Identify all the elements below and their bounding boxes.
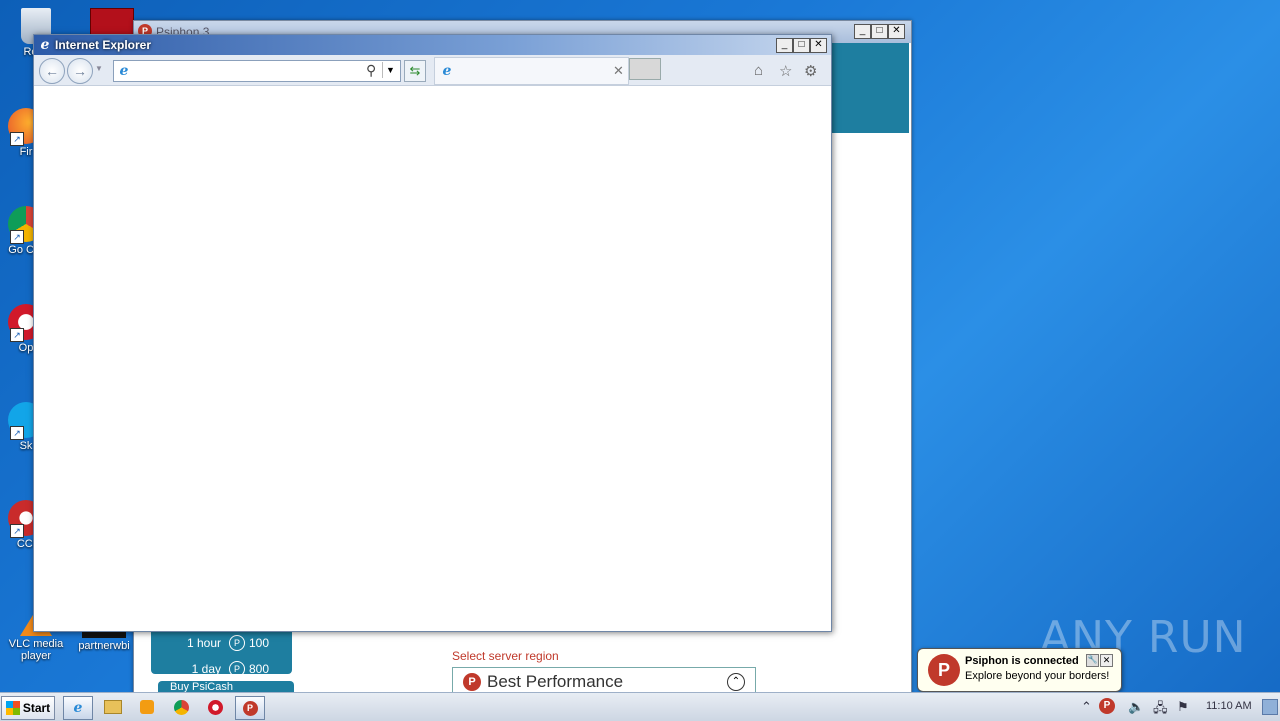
- taskbar-psiphon[interactable]: P: [235, 696, 265, 720]
- taskbar-ie[interactable]: e: [63, 696, 93, 720]
- close-button[interactable]: ✕: [888, 24, 905, 39]
- show-desktop-button[interactable]: [1262, 699, 1278, 715]
- history-dropdown-icon[interactable]: ▼: [95, 64, 103, 73]
- notification-settings-icon[interactable]: 🔧: [1086, 654, 1099, 667]
- ie-title: Internet Explorer: [55, 38, 152, 52]
- back-button[interactable]: ←: [39, 58, 65, 84]
- forward-button[interactable]: →: [67, 58, 93, 84]
- notification-title: Psiphon is connected: [965, 655, 1079, 667]
- shortcut-arrow-icon: ↗: [10, 230, 24, 244]
- browser-tab[interactable]: e ✕: [434, 57, 629, 85]
- new-tab-button[interactable]: [629, 58, 661, 80]
- desktop-icon-label: VLC media player: [8, 638, 64, 662]
- show-hidden-icons-button[interactable]: ⌃: [1081, 699, 1092, 715]
- plan-row[interactable]: 1 hour P 100: [151, 630, 292, 656]
- minimize-button[interactable]: _: [854, 24, 871, 39]
- media-player-icon: [140, 700, 154, 714]
- clock[interactable]: 11:10 AM: [1206, 700, 1252, 712]
- shortcut-arrow-icon: ↗: [10, 132, 24, 146]
- forward-icon: →: [73, 63, 87, 79]
- ie-logo-icon: e: [40, 37, 50, 53]
- taskbar-file-explorer[interactable]: [99, 696, 127, 718]
- psiphon-logo-icon: P: [463, 673, 481, 691]
- desktop-icon-label: Sk: [19, 440, 33, 452]
- shortcut-arrow-icon: ↗: [10, 524, 24, 538]
- home-icon[interactable]: ⌂: [754, 62, 763, 79]
- page-content[interactable]: [34, 86, 831, 630]
- internet-explorer-window: e Internet Explorer _ □ ✕ ← → ▼ e ⚲ ▼ ⇆ …: [33, 34, 832, 632]
- region-label: Select server region: [452, 649, 559, 663]
- notification-close-button[interactable]: ✕: [1100, 654, 1113, 667]
- refresh-icon: ⇆: [409, 63, 421, 78]
- psicash-coin-icon: P: [229, 661, 245, 677]
- maximize-button[interactable]: □: [871, 24, 888, 39]
- ie-logo-icon: e: [73, 700, 83, 716]
- notification-message: Explore beyond your borders!: [965, 670, 1110, 682]
- refresh-button[interactable]: ⇆: [404, 60, 426, 82]
- region-value: Best Performance: [487, 672, 624, 691]
- back-icon: ←: [45, 63, 59, 79]
- psiphon-logo-icon: P: [928, 654, 960, 686]
- taskbar-opera[interactable]: [201, 696, 229, 718]
- action-center-flag-icon[interactable]: ⚑: [1177, 699, 1189, 715]
- network-icon[interactable]: 🖧: [1153, 699, 1168, 721]
- settings-icon[interactable]: ⚙: [804, 62, 817, 80]
- chevron-up-icon: ⌃: [727, 673, 745, 691]
- psiphon-logo-icon: P: [242, 700, 258, 716]
- taskbar-media-player[interactable]: [133, 696, 161, 718]
- start-button[interactable]: Start: [1, 696, 55, 720]
- windows-logo-icon: [5, 701, 20, 715]
- folder-icon: [104, 700, 122, 714]
- desktop-icon-label: partnerwbi: [78, 640, 130, 652]
- psiphon-tray-icon[interactable]: P: [1099, 698, 1115, 714]
- ie-toolbar: ← → ▼ e ⚲ ▼ ⇆ e ✕ ⌂ ☆ ⚙: [34, 55, 831, 86]
- tab-ie-icon: e: [442, 63, 452, 79]
- taskbar: Start e P ⌃ P 🔈 🖧 ⚑ 11:10 AM: [0, 692, 1280, 721]
- search-icon[interactable]: ⚲: [366, 62, 376, 79]
- plan-duration: 1 day: [191, 662, 221, 676]
- minimize-button[interactable]: _: [776, 38, 793, 53]
- psiphon-notification[interactable]: P Psiphon is connected Explore beyond yo…: [917, 648, 1122, 692]
- favorites-icon[interactable]: ☆: [779, 62, 792, 80]
- plan-duration: 1 hour: [186, 636, 221, 650]
- psicash-coin-icon: P: [229, 635, 245, 651]
- maximize-button[interactable]: □: [793, 38, 810, 53]
- shortcut-arrow-icon: ↗: [10, 328, 24, 342]
- address-input[interactable]: [134, 61, 366, 81]
- chrome-icon: [173, 699, 189, 715]
- plan-cost: 100: [249, 636, 270, 650]
- plan-row[interactable]: 1 day P 800: [151, 656, 292, 682]
- address-bar: e ⚲ ▼: [113, 60, 401, 82]
- volume-icon[interactable]: 🔈: [1128, 699, 1144, 715]
- desktop-icon-label: Fir: [19, 146, 33, 158]
- psicash-plans: 1 hour P 100 1 day P 800: [151, 630, 292, 677]
- taskbar-chrome[interactable]: [167, 696, 195, 718]
- opera-icon: [207, 699, 223, 715]
- shortcut-arrow-icon: ↗: [10, 426, 24, 440]
- start-label: Start: [22, 701, 51, 715]
- plan-cost: 800: [249, 662, 270, 676]
- ie-titlebar[interactable]: e Internet Explorer _ □ ✕: [34, 35, 831, 55]
- close-button[interactable]: ✕: [810, 38, 827, 53]
- address-dropdown-button[interactable]: ▼: [382, 62, 398, 78]
- desktop-icon-label: Op: [18, 342, 34, 354]
- page-ie-icon: e: [119, 63, 129, 79]
- close-tab-icon[interactable]: ✕: [613, 63, 624, 79]
